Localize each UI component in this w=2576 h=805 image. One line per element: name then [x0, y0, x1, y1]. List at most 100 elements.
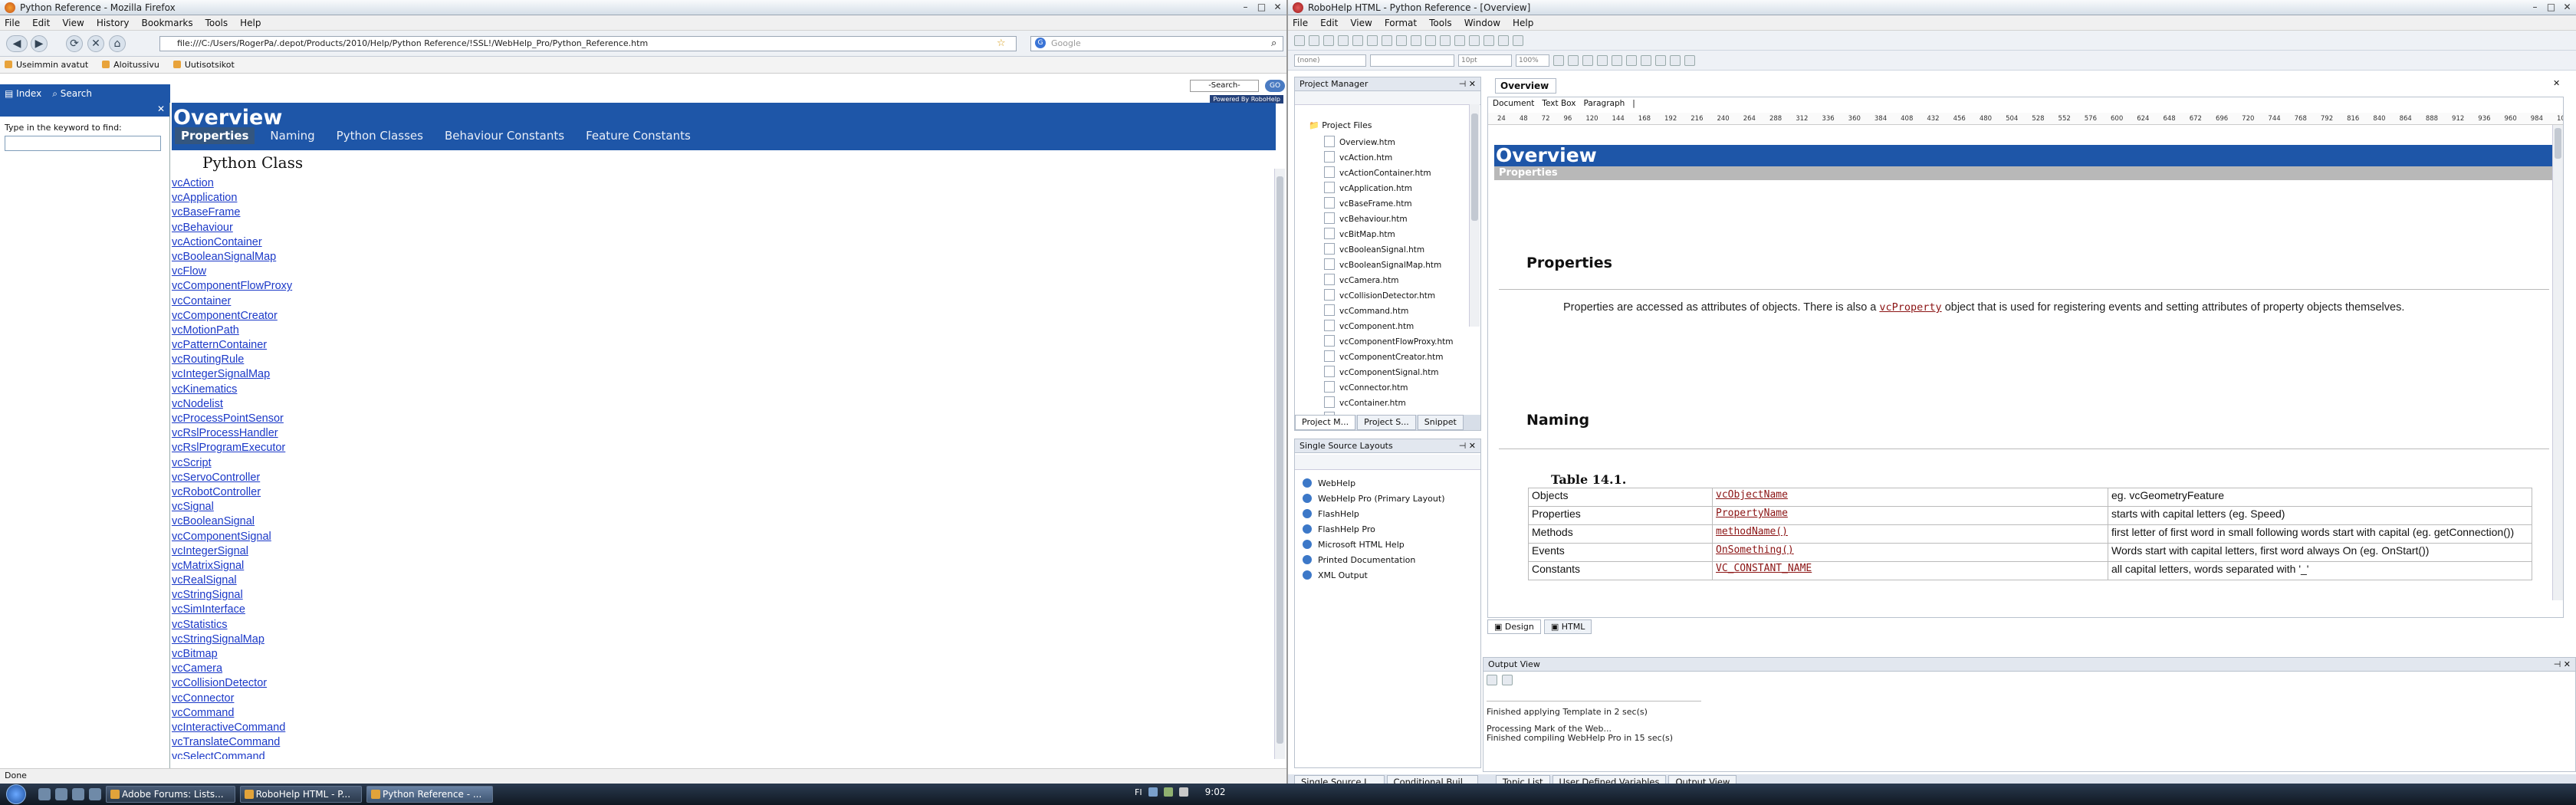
compile-icon[interactable] [1498, 34, 1509, 46]
align-center-icon[interactable] [1612, 54, 1622, 66]
menu-edit[interactable]: Edit [1320, 18, 1338, 28]
tab-html[interactable]: ▣ HTML [1543, 619, 1592, 634]
file-item[interactable]: vcContainer.htm [1324, 396, 1454, 412]
class-link[interactable]: vcBaseFrame [172, 206, 292, 221]
pm-scroll-thumb[interactable] [1471, 113, 1478, 221]
layout-item[interactable]: Microsoft HTML Help [1303, 537, 1444, 553]
file-item[interactable]: vcApplication.htm [1324, 182, 1454, 197]
crumb-paragraph[interactable]: Paragraph [1584, 99, 1625, 108]
class-link[interactable]: vcComponentCreator [172, 310, 292, 324]
reload-button[interactable]: ⟳ [66, 35, 83, 52]
tray-icon[interactable] [1163, 787, 1173, 797]
layout-item[interactable]: FlashHelp Pro [1303, 522, 1444, 537]
undo-icon[interactable] [1396, 34, 1407, 46]
menu-tools[interactable]: Tools [1429, 18, 1452, 28]
crumb-textbox[interactable]: Text Box [1542, 99, 1576, 108]
class-link[interactable]: vcProcessPointSensor [172, 412, 292, 427]
bookmark-star-icon[interactable]: ☆ [997, 38, 1006, 49]
editor-scroll-thumb[interactable] [2555, 128, 2561, 159]
file-item[interactable]: vcCommand.htm [1324, 304, 1454, 320]
url-bar[interactable]: file:///C:/Users/RogerPa/.depot/Products… [159, 36, 1017, 51]
web-search-input[interactable]: Google [1030, 36, 1283, 51]
design-editor[interactable]: Document Text Box Paragraph | 24 48 72 96 12… [1487, 97, 2564, 618]
copy-icon[interactable] [1367, 34, 1378, 46]
pm-scrollbar[interactable] [1469, 104, 1480, 327]
class-link[interactable]: vcIntegerSignalMap [172, 368, 292, 383]
file-item[interactable]: vcComponent.htm [1324, 320, 1454, 335]
tray-icon[interactable] [1148, 787, 1158, 797]
size-combo[interactable]: 10pt [1458, 54, 1512, 67]
file-item[interactable]: Overview.htm [1324, 136, 1454, 151]
underline-icon[interactable] [1582, 54, 1593, 66]
maximize-icon[interactable]: □ [2545, 2, 2557, 13]
class-link[interactable]: vcCamera [172, 662, 292, 677]
table-icon[interactable] [1469, 34, 1480, 46]
font-combo[interactable] [1370, 54, 1454, 67]
start-button[interactable] [6, 784, 26, 804]
quicklaunch-icon[interactable] [72, 788, 84, 800]
search-icon[interactable]: ⌕ [1271, 38, 1276, 49]
class-link[interactable]: vcStatistics [172, 619, 292, 633]
file-item[interactable]: vcBooleanSignal.htm [1324, 243, 1454, 258]
menu-help[interactable]: Help [1513, 18, 1533, 28]
tab-feature-constants[interactable]: Feature Constants [580, 127, 697, 144]
file-item[interactable]: vcBehaviour.htm [1324, 212, 1454, 228]
print-icon[interactable] [1338, 34, 1349, 46]
file-item[interactable]: vcBitMap.htm [1324, 228, 1454, 243]
task-python-reference[interactable]: Python Reference - ... [366, 786, 494, 803]
class-link[interactable]: vcServoController [172, 472, 292, 486]
class-link[interactable]: vcSignal [172, 501, 292, 515]
go-button[interactable]: GO [1265, 80, 1285, 92]
new-icon[interactable] [1294, 34, 1305, 46]
redo-icon[interactable] [1411, 34, 1421, 46]
quicklaunch-icon[interactable] [38, 788, 51, 800]
italic-icon[interactable] [1568, 54, 1579, 66]
close-icon[interactable]: ✕ [2561, 2, 2573, 13]
find-icon[interactable] [1425, 34, 1436, 46]
scroll-thumb[interactable] [1276, 176, 1283, 744]
image-icon[interactable] [1454, 34, 1465, 46]
stop-button[interactable]: ✕ [87, 35, 104, 52]
menu-tools[interactable]: Tools [205, 18, 228, 28]
class-link[interactable]: vcConnector [172, 692, 292, 707]
clock[interactable]: 9:02 [1205, 787, 1226, 797]
quicklaunch-icon[interactable] [55, 788, 67, 800]
pin-close-icon[interactable]: ⊣ ✕ [2554, 658, 2571, 671]
open-icon[interactable] [1309, 34, 1319, 46]
pin-close-icon[interactable]: ⊣ ✕ [1459, 439, 1476, 452]
menu-window[interactable]: Window [1464, 18, 1500, 28]
content-scrollbar[interactable] [1274, 169, 1285, 759]
spell-icon[interactable] [1484, 34, 1494, 46]
home-button[interactable]: ⌂ [109, 35, 126, 52]
menu-bookmarks[interactable]: Bookmarks [142, 18, 193, 28]
bookmark-most-visited[interactable]: Useimmin avatut [5, 60, 88, 70]
menu-file[interactable]: File [5, 18, 20, 28]
class-link[interactable]: vcScript [172, 457, 292, 472]
style-combo[interactable]: (none) [1294, 54, 1366, 67]
forward-button[interactable]: ▶ [31, 35, 48, 52]
crumb-document[interactable]: Document [1493, 99, 1534, 108]
tab-naming[interactable]: Naming [264, 127, 320, 144]
align-right-icon[interactable] [1626, 54, 1637, 66]
zoom-combo[interactable]: 100% [1516, 54, 1549, 67]
menu-edit[interactable]: Edit [32, 18, 50, 28]
tab-snippet[interactable]: Snippet [1417, 415, 1464, 430]
editor-scrollbar[interactable] [2552, 125, 2563, 600]
class-link[interactable]: vcCommand [172, 707, 292, 721]
doc-close-icon[interactable]: ✕ [2553, 78, 2560, 88]
class-link[interactable]: vcSelectCommand [172, 751, 292, 759]
maximize-icon[interactable]: □ [1256, 2, 1267, 13]
class-link[interactable]: vcBitmap [172, 648, 292, 662]
layout-item[interactable]: Printed Documentation [1303, 553, 1444, 568]
webhelp-search-box[interactable]: -Search- [1190, 80, 1259, 92]
close-icon[interactable]: ✕ [1272, 2, 1283, 13]
doc-tab-overview[interactable]: Overview [1495, 78, 1556, 94]
menu-help[interactable]: Help [240, 18, 261, 28]
keyword-input[interactable] [5, 136, 161, 151]
class-link[interactable]: vcActionContainer [172, 236, 292, 251]
file-item[interactable]: vcConnector.htm [1324, 381, 1454, 396]
class-link[interactable]: vcRslProgramExecutor [172, 442, 292, 456]
layout-item[interactable]: WebHelp Pro (Primary Layout) [1303, 491, 1444, 507]
file-item[interactable]: vcComponentFlowProxy.htm [1324, 335, 1454, 350]
class-link[interactable]: vcContainer [172, 295, 292, 310]
